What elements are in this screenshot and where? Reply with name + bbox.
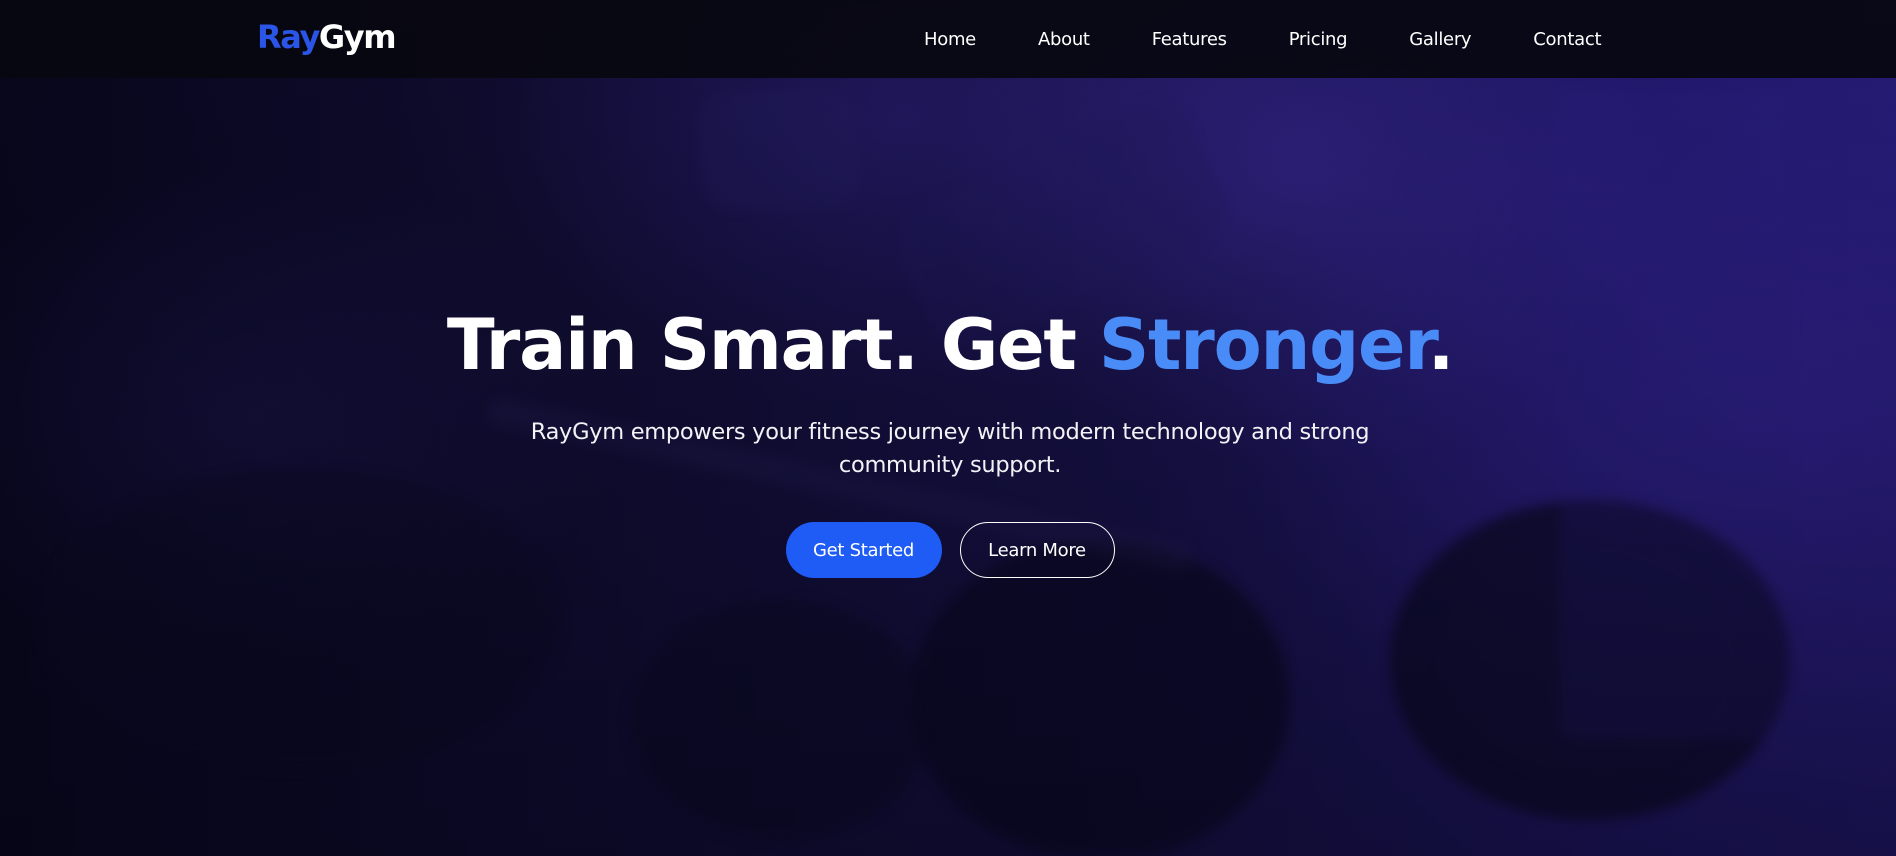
hero-subtitle: RayGym empowers your fitness journey wit… bbox=[530, 419, 1370, 478]
nav-links: Home About Features Pricing Gallery Cont… bbox=[924, 0, 1602, 78]
hero-section: Train Smart. Get Stronger. RayGym empowe… bbox=[0, 300, 1896, 578]
hero-actions: Get Started Learn More bbox=[0, 522, 1896, 578]
logo-text-gym: Gym bbox=[318, 18, 397, 56]
landing-page: RayGym Home About Features Pricing Galle… bbox=[0, 0, 1896, 856]
hero-title-period: . bbox=[1427, 304, 1455, 386]
learn-more-button[interactable]: Learn More bbox=[959, 522, 1115, 578]
top-navbar: RayGym Home About Features Pricing Galle… bbox=[0, 0, 1896, 78]
logo-text-ray: Ray bbox=[257, 18, 320, 56]
hero-title: Train Smart. Get Stronger. bbox=[0, 300, 1896, 390]
hero-title-main: Train Smart. Get bbox=[446, 304, 1099, 386]
nav-link-gallery[interactable]: Gallery bbox=[1409, 29, 1471, 50]
nav-link-pricing[interactable]: Pricing bbox=[1289, 29, 1348, 50]
raygym-logo[interactable]: RayGym bbox=[257, 18, 397, 56]
nav-link-home[interactable]: Home bbox=[924, 29, 976, 50]
nav-link-features[interactable]: Features bbox=[1152, 29, 1227, 50]
nav-link-about[interactable]: About bbox=[1038, 29, 1090, 50]
hero-title-accent: Stronger bbox=[1098, 304, 1429, 386]
get-started-button[interactable]: Get Started bbox=[785, 522, 942, 578]
nav-link-contact[interactable]: Contact bbox=[1533, 29, 1601, 50]
